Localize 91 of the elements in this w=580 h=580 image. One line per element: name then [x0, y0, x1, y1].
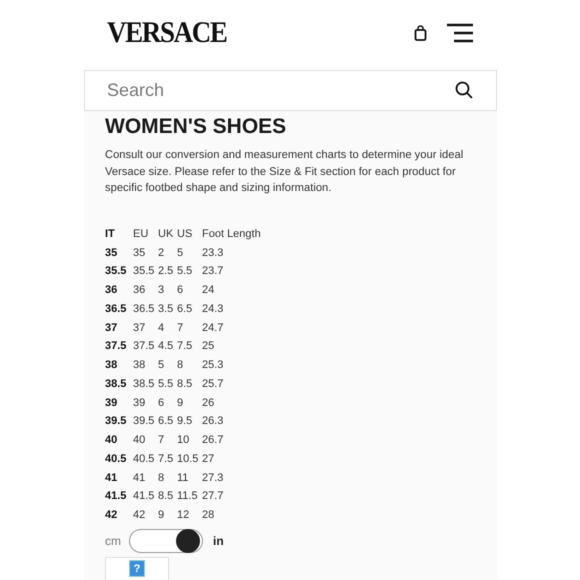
table-cell: 26.3 [202, 415, 224, 428]
unit-toggle[interactable] [129, 528, 203, 552]
table-cell-text: 7.5 [177, 340, 194, 352]
table-cell-text: 38.5 [105, 378, 128, 390]
table-cell-text: 36 [105, 284, 118, 296]
table-cell-text: 7 [158, 434, 166, 446]
page-title: WOMEN'S SHOES [105, 115, 288, 139]
table-cell-text: 36 [133, 284, 146, 296]
table-cell-text: 35 [133, 246, 146, 259]
table-cell-text: 8 [158, 472, 166, 484]
table-cell: 27.3 [202, 472, 224, 484]
table-cell: 23.7 [202, 265, 224, 278]
table-cell-text: 5.5 [158, 378, 174, 390]
table-cell-text: 11 [177, 472, 190, 484]
table-cell: 27 [202, 452, 214, 465]
table-cell: 23.3 [202, 246, 224, 259]
table-cell-text: 5 [158, 359, 166, 372]
table-cell-text: 12 [177, 509, 190, 522]
table-cell-text: 36.5 [105, 302, 128, 315]
table-cell-text: 40 [105, 434, 118, 446]
table-cell-text: 39 [105, 396, 118, 409]
unit-label: in [213, 534, 224, 548]
column-header: IT [105, 228, 116, 240]
table-cell-text: 35.5 [105, 265, 128, 278]
table-cell-text: 42 [105, 509, 118, 522]
table-cell-text: 10.5 [177, 452, 200, 465]
column-header: EU [133, 228, 150, 240]
table-cell-text: 9 [158, 509, 166, 522]
table-cell: 24 [202, 284, 214, 296]
table-cell-text: 11.5 [177, 490, 199, 502]
table-cell-text: 37 [133, 322, 146, 334]
table-cell-text: 7 [177, 322, 184, 334]
table-cell: 26.7 [202, 434, 224, 446]
table-cell-text: 8.5 [177, 378, 194, 390]
table-cell-text: 8.5 [158, 490, 174, 502]
table-cell-text: 8 [177, 359, 184, 372]
table-cell-text: 3 [158, 284, 166, 296]
column-header: US [177, 228, 194, 240]
table-cell-text: 37 [105, 322, 118, 334]
column-header: UK [158, 228, 174, 240]
table-cell-text: 39.5 [133, 415, 156, 428]
table-cell-text: 40.5 [105, 452, 128, 465]
table-cell: 25.7 [202, 378, 224, 390]
table-cell-text: 42 [133, 509, 146, 522]
table-cell-text: 9 [177, 396, 184, 409]
table-cell-text: 38 [133, 359, 146, 372]
table-cell-text: 40 [133, 434, 146, 446]
table-cell: 24.7 [202, 322, 224, 334]
table-cell-text: 6 [177, 284, 184, 296]
table-cell-text: 6.5 [158, 415, 174, 428]
table-cell-text: 37.5 [105, 340, 128, 352]
column-header: Foot Length [202, 228, 261, 240]
table-cell-text: 7.5 [158, 452, 174, 465]
table-cell-text: 37.5 [133, 340, 156, 352]
table-cell-text: 4 [158, 322, 166, 334]
table-cell: 28 [202, 509, 214, 522]
table-cell-text: 10 [177, 434, 190, 446]
shopping-bag-icon[interactable] [414, 25, 427, 41]
search-icon[interactable] [455, 81, 473, 99]
table-cell-text: 41.5 [133, 490, 156, 502]
search-field[interactable]: Search [84, 70, 497, 111]
table-cell-text: 39.5 [105, 415, 128, 428]
table-cell: 25 [202, 340, 214, 352]
table-cell-text: 39 [133, 396, 146, 409]
table-cell: 27.7 [202, 490, 224, 502]
table-cell-text: 9.5 [177, 415, 194, 428]
unit-label: cm [105, 534, 121, 548]
intro-paragraph: Consult our conversion and measurement charts to determine your ideal Versace size. Please refer to the Size & Fit section for each product for specific footbed shape and sizing information. [105, 148, 464, 196]
table-cell-text: 35.5 [133, 265, 156, 278]
table-cell-text: 2.5 [158, 265, 174, 278]
table-cell-text: 6 [158, 396, 166, 409]
table-cell-text: 5 [177, 246, 184, 259]
table-cell-text: 41 [133, 472, 146, 484]
table-cell-text: 35 [105, 246, 118, 259]
table-cell-text: 41.5 [105, 490, 128, 502]
table-cell-text: 38 [105, 359, 118, 372]
table-cell: 24.3 [202, 302, 224, 315]
broken-image-icon: ? [129, 560, 145, 577]
table-cell-text: 40.5 [133, 452, 156, 465]
table-cell-text: 3.5 [158, 302, 174, 315]
brand-logo[interactable]: VERSACE [107, 16, 227, 50]
table-cell-text: 5.5 [177, 265, 194, 278]
menu-icon[interactable] [447, 23, 473, 43]
table-cell-text: 4.5 [158, 340, 174, 352]
table-cell: 26 [202, 396, 214, 409]
table-cell-text: 6.5 [177, 302, 194, 315]
table-cell-text: 36.5 [133, 302, 156, 315]
table-cell-text: 2 [158, 246, 166, 259]
table-cell-text: 38.5 [133, 378, 156, 390]
table-cell: 25.3 [202, 359, 224, 372]
table-cell-text: 41 [105, 472, 118, 484]
